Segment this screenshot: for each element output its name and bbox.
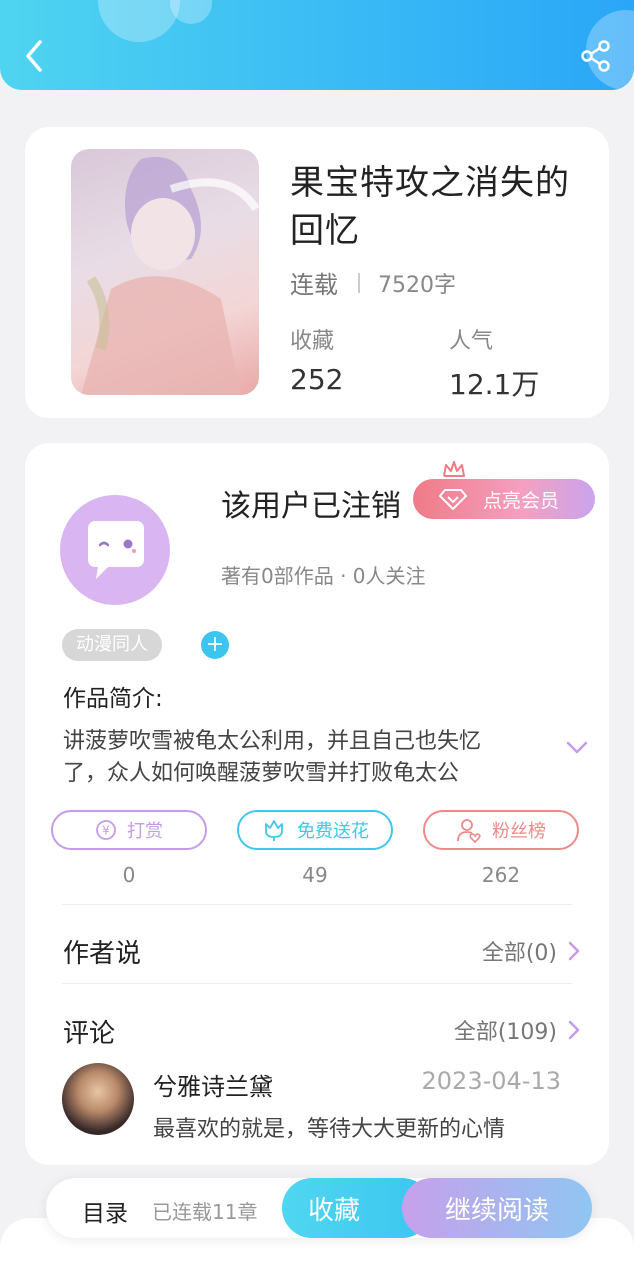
favorite-button-label: 收藏 — [308, 1195, 361, 1226]
reward-label: 打赏 — [127, 821, 163, 842]
popularity-value: 12.1万 — [449, 368, 540, 401]
author-name[interactable]: 该用户已注销 — [221, 481, 401, 525]
chevron-right-icon — [568, 1020, 580, 1040]
word-count: 7520字 — [378, 272, 456, 298]
continue-reading-label: 继续阅读 — [444, 1195, 549, 1226]
chevron-right-icon — [568, 941, 580, 961]
chevron-left-icon[interactable] — [20, 38, 52, 74]
book-info-card: 果宝特攻之消失的回忆 连载 7520字 收藏 252 人气 12.1万 — [25, 127, 609, 418]
author-says-title: 作者说 — [63, 939, 142, 969]
chat-bubble-icon — [88, 521, 144, 579]
commenter-name[interactable]: 兮雅诗兰黛 — [153, 1067, 273, 1102]
add-tag-button[interactable]: + — [201, 631, 229, 659]
fan-rank-button[interactable]: 粉丝榜 — [423, 810, 579, 850]
share-icon[interactable] — [580, 40, 612, 72]
chevron-down-icon[interactable] — [566, 741, 588, 755]
flower-icon — [265, 820, 283, 841]
top-header — [0, 0, 634, 90]
comment-text[interactable]: 最喜欢的就是，等待大大更新的心情 — [153, 1111, 505, 1143]
chapter-count: 已连载11章 — [152, 1200, 258, 1224]
popularity-label: 人气 — [449, 329, 494, 354]
meta-divider — [358, 272, 360, 293]
crown-icon — [443, 461, 465, 477]
book-detail-card: 该用户已注销 点亮会员 著有0部作品 · 0人关注 动漫同人 + 作品简介: 讲… — [25, 443, 609, 1165]
intro-text: 讲菠萝吹雪被龟太公利用，并且自己也失忆了，众人如何唤醒菠萝吹雪并打败龟太公 — [63, 729, 482, 786]
divider — [62, 983, 572, 984]
comments-title: 评论 — [63, 1019, 116, 1049]
cover-illustration — [81, 157, 259, 395]
divider — [62, 904, 572, 905]
favorites-value: 252 — [290, 363, 344, 396]
decor-bubble — [98, 0, 180, 42]
vip-button-label: 点亮会员 — [483, 489, 560, 512]
decor-bubble — [170, 0, 212, 24]
continue-reading-button[interactable]: 继续阅读 — [402, 1178, 592, 1238]
category-tag[interactable]: 动漫同人 — [62, 629, 162, 661]
fan-count: 262 — [481, 863, 521, 887]
commenter-avatar[interactable] — [62, 1063, 134, 1135]
fan-rank-label: 粉丝榜 — [492, 821, 546, 842]
author-stats: 著有0部作品 · 0人关注 — [221, 564, 426, 588]
send-flower-button[interactable]: 免费送花 — [237, 810, 393, 850]
favorites-label: 收藏 — [290, 329, 335, 354]
yen-coin-icon: ¥ — [96, 820, 116, 840]
user-heart-icon — [457, 819, 481, 843]
vip-button[interactable]: 点亮会员 — [413, 479, 595, 519]
flower-count: 49 — [302, 863, 328, 887]
reward-button[interactable]: ¥ 打赏 — [51, 810, 207, 850]
diamond-icon — [439, 489, 467, 510]
bottom-action-bar: 目录 已连载11章 收藏 继续阅读 — [46, 1178, 592, 1238]
author-avatar[interactable] — [60, 495, 170, 605]
author-says-more-label: 全部(0) — [481, 941, 557, 966]
comments-more[interactable]: 全部(109) — [454, 1014, 581, 1046]
book-meta: 连载 7520字 — [290, 265, 456, 300]
reward-count: 0 — [122, 863, 136, 887]
comments-more-label: 全部(109) — [453, 1020, 557, 1045]
intro-label: 作品简介: — [63, 686, 163, 712]
book-cover-image[interactable] — [71, 149, 259, 395]
author-says-more[interactable]: 全部(0) — [482, 935, 581, 967]
serial-status: 连载 — [290, 271, 338, 299]
svg-text:¥: ¥ — [102, 824, 110, 838]
send-flower-label: 免费送花 — [297, 821, 369, 842]
toc-button[interactable]: 目录 — [82, 1194, 128, 1228]
book-title: 果宝特攻之消失的回忆 — [290, 163, 570, 251]
comment-date: 2023-04-13 — [421, 1067, 561, 1095]
